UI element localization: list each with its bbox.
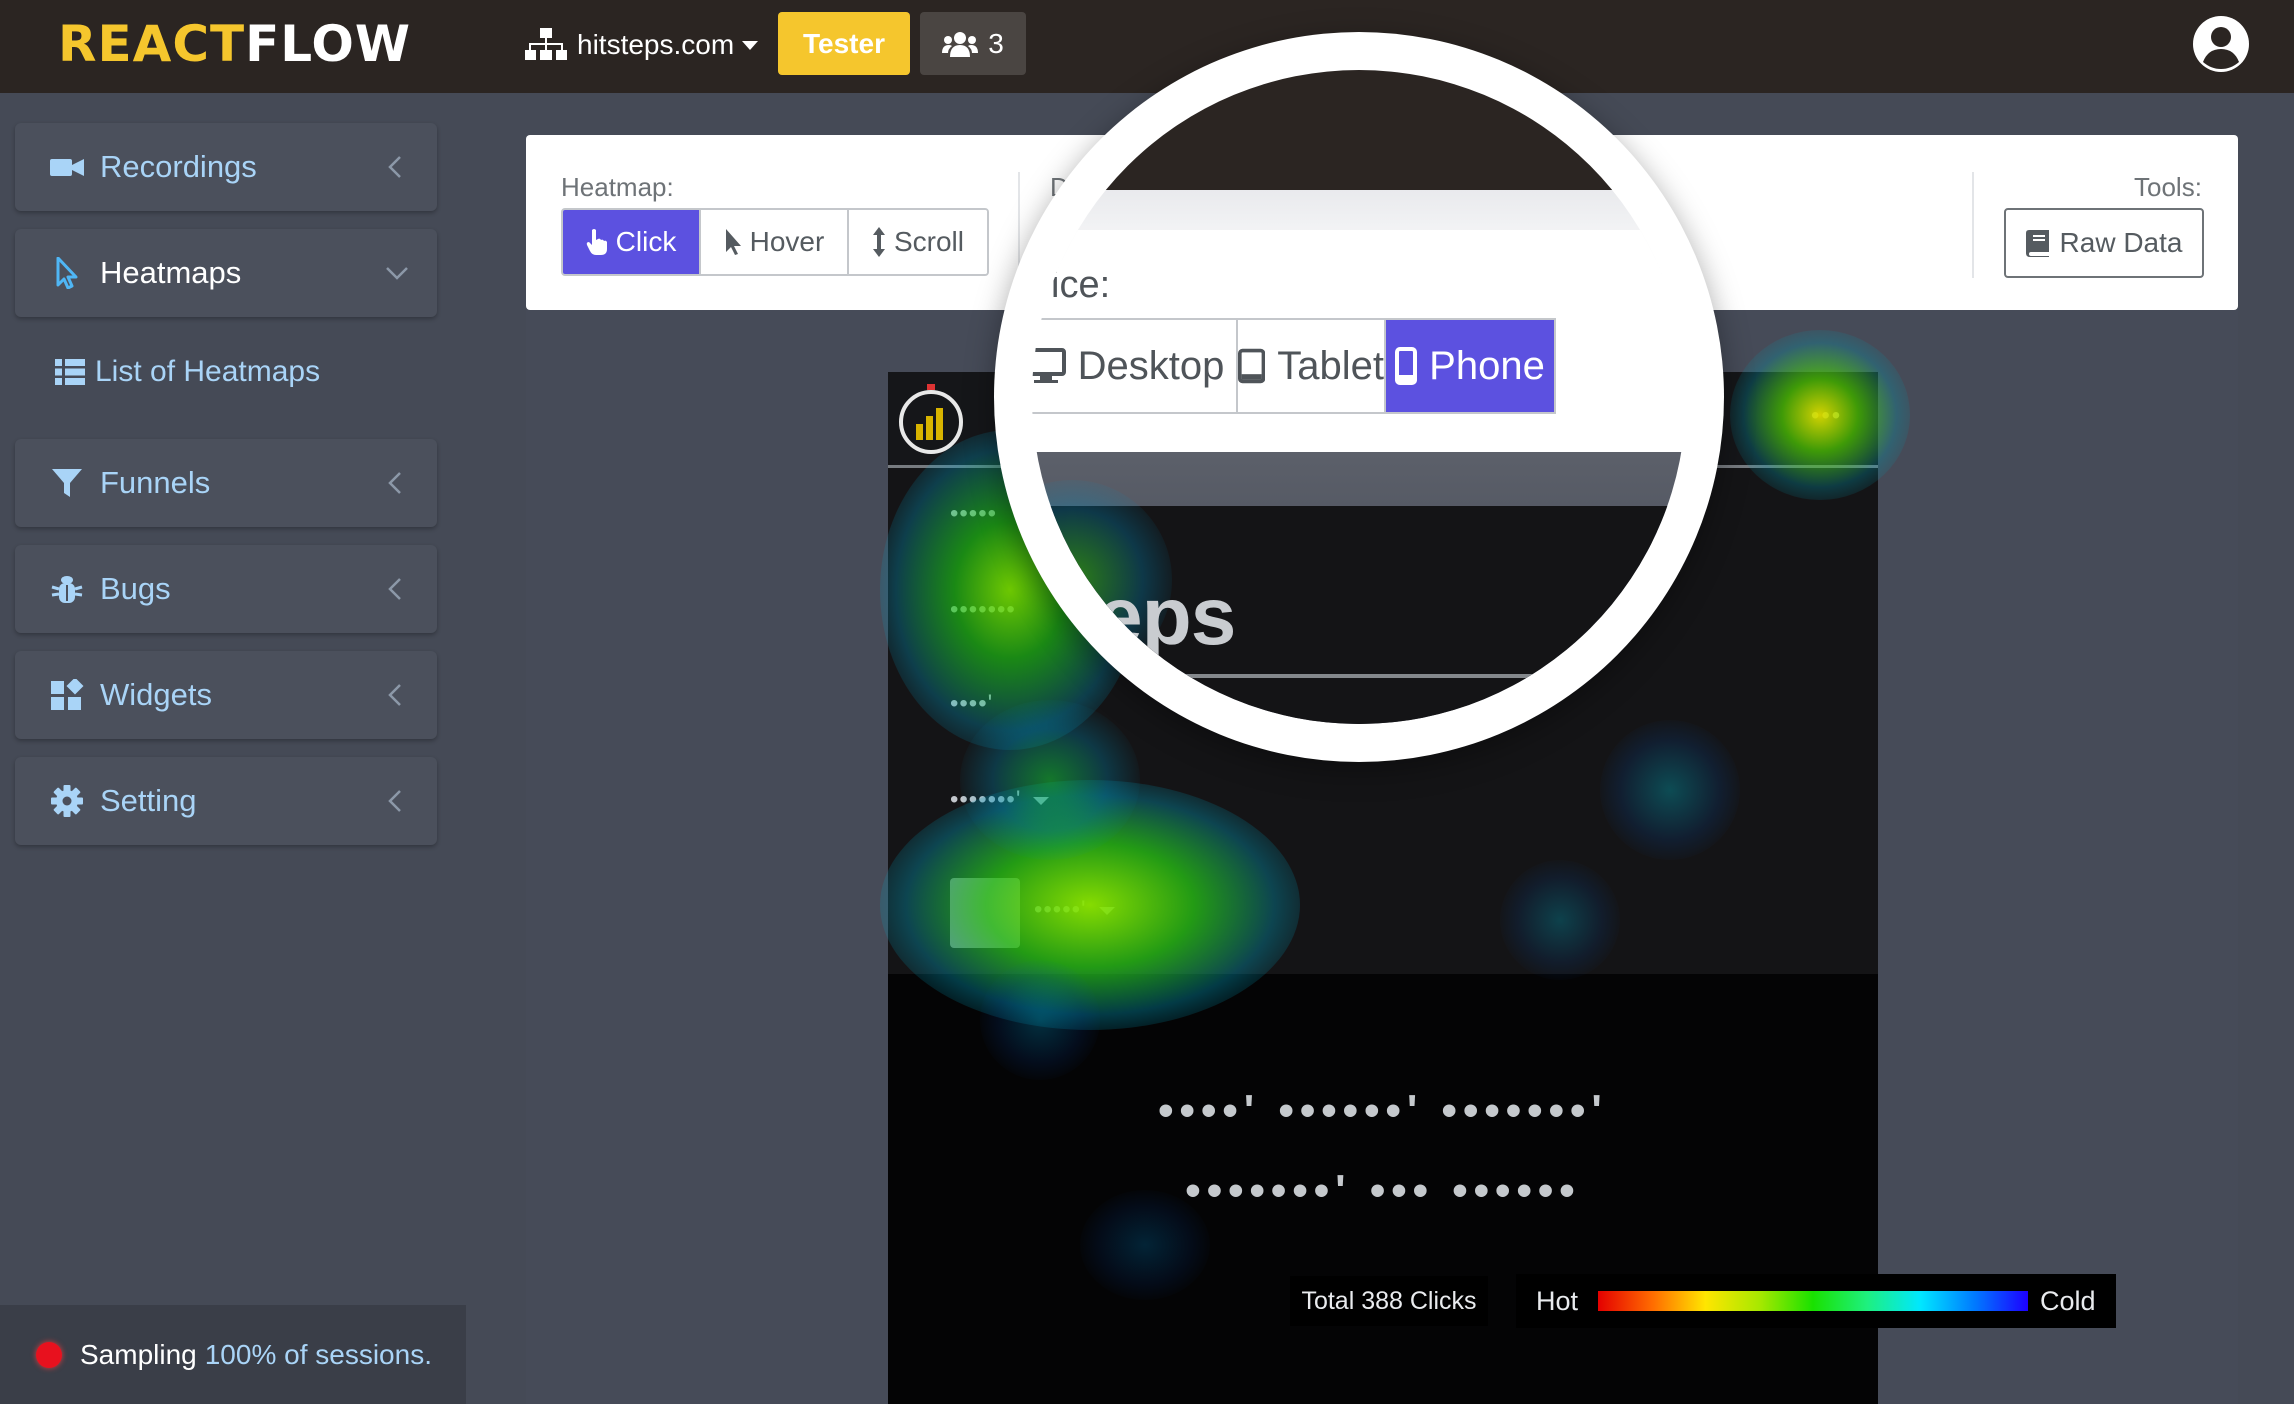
legend-cold-label: Cold [2040,1285,2096,1316]
chevron-left-icon [388,790,401,812]
sidebar-item-bugs[interactable]: Bugs [15,545,437,633]
bug-icon [51,576,83,603]
sidebar-item-recordings[interactable]: Recordings [15,123,437,211]
app-logo[interactable]: REACTFLOW [58,14,411,74]
site-name: hitsteps.com [577,29,735,60]
heat-legend: Hot Cold [1516,1274,2116,1328]
device-desktop-button[interactable]: Desktop [1032,320,1238,412]
magnifier-overlay: vice: Desktop Tablet Phone eps [994,32,1724,762]
sampling-status: Sampling 100% of sessions. [0,1305,466,1404]
chevron-left-icon [388,684,401,706]
scroll-arrows-icon [872,227,885,257]
chevron-left-icon [388,472,401,494]
sidebar-item-heatmaps[interactable]: Heatmaps [15,229,437,317]
hero-line-1: ••••' ••••••' •••••••' [1158,1086,1608,1135]
magnifier-lens: vice: Desktop Tablet Phone eps [1032,70,1686,724]
desktop-icon [1032,348,1066,383]
total-clicks-label: Total 388 Clicks [1290,1276,1488,1326]
user-avatar-icon[interactable] [2192,15,2250,73]
sidebar: Recordings Heatmaps List of Heatmaps Fun… [0,93,466,1404]
site-logo-icon [899,384,963,454]
chevron-left-icon [388,156,401,178]
sidebar-item-setting[interactable]: Setting [15,757,437,845]
chevron-left-icon [388,578,401,600]
funnel-icon [52,469,82,497]
mode-click-button[interactable]: Click [563,210,701,274]
legend-hot-label: Hot [1536,1285,1579,1316]
hero-line-2: •••••••' ••• •••••• [1185,1166,1581,1215]
gear-icon [51,785,83,817]
nav-item[interactable]: •••••' [1034,896,1115,924]
device-button-group: Desktop Tablet Phone [1032,318,1556,414]
users-icon [942,31,979,57]
widgets-icon [51,679,84,710]
mode-hover-button[interactable]: Hover [701,210,849,274]
mode-scroll-button[interactable]: Scroll [849,210,987,274]
nav-item[interactable]: •••••••' [950,786,1050,814]
heatmap-type-label: Heatmap: [561,172,674,202]
page-menu-dots[interactable]: ••• [1811,402,1851,430]
users-button[interactable]: 3 [920,12,1026,75]
video-camera-icon [50,159,84,176]
recording-dot-icon [36,1341,62,1368]
site-selector[interactable]: hitsteps.com [525,20,759,70]
book-icon [2025,230,2049,257]
chevron-down-icon [1098,906,1115,915]
device-phone-button[interactable]: Phone [1386,320,1554,412]
list-icon [55,359,85,385]
users-count: 3 [988,27,1004,59]
phone-icon [1395,347,1418,385]
nav-item[interactable]: ••••' [950,690,993,718]
tester-button[interactable]: Tester [778,12,910,75]
chevron-down-icon [742,40,759,50]
device-tablet-button[interactable]: Tablet [1238,320,1386,412]
sidebar-item-list-of-heatmaps[interactable]: List of Heatmaps [55,355,320,389]
raw-data-button[interactable]: Raw Data [2004,208,2204,278]
sidebar-item-widgets[interactable]: Widgets [15,651,437,739]
hand-pointer-icon [586,229,607,255]
chevron-down-icon [1033,796,1050,805]
tablet-icon [1238,348,1266,384]
toolbar-divider [1972,172,1974,278]
legend-gradient [1598,1291,2029,1311]
page-brand-text-zoomed: eps [1097,571,1236,662]
mouse-pointer-icon [56,257,78,289]
nav-item[interactable]: ••••••• [950,596,1016,624]
sidebar-item-funnels[interactable]: Funnels [15,439,437,527]
device-label-zoomed: vice: [1032,264,1111,306]
heatmap-mode-group: Click Hover Scroll [561,208,989,276]
sitemap-icon [525,28,567,60]
tools-label: Tools: [2134,172,2202,202]
chevron-down-icon [386,267,408,280]
nav-item[interactable]: ••••• [950,500,997,528]
mouse-pointer-icon [725,229,741,255]
nav-thumbnail [950,878,1020,948]
